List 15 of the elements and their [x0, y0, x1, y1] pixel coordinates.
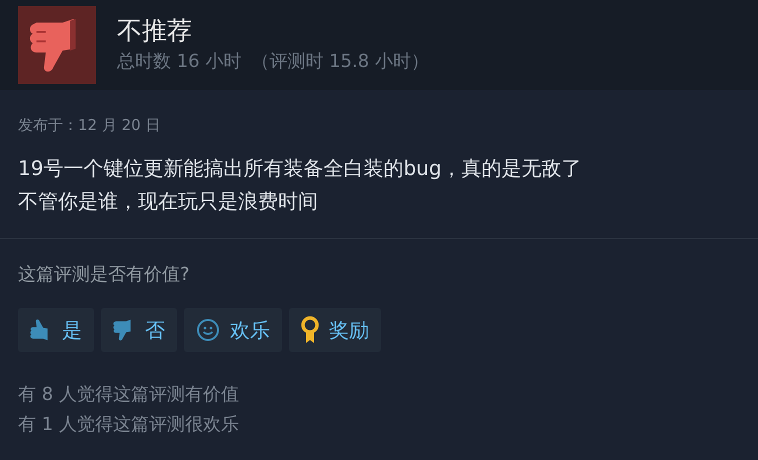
review-text: 19号一个键位更新能搞出所有装备全白装的bug，真的是无敌了	[18, 155, 583, 182]
smiley-icon	[196, 318, 220, 342]
helpful-question: 这篇评测是否有价值?	[18, 263, 191, 287]
vote-count-text: 有 8 人觉得这篇评测有价值	[18, 383, 240, 407]
award-button[interactable]: 奖励	[289, 308, 381, 352]
funny-button[interactable]: 欢乐	[184, 308, 282, 352]
playtime-text: 总时数 16 小时	[117, 51, 242, 72]
no-button[interactable]: 否	[101, 308, 177, 352]
review-playtime-text: （评测时 15.8 小时）	[251, 51, 429, 72]
verdict-title: 不推荐	[117, 15, 193, 47]
award-icon	[301, 316, 319, 344]
yes-button[interactable]: 是	[18, 308, 94, 352]
vote-count-text: 有 1 人觉得这篇评测很欢乐	[18, 413, 240, 437]
posted-date: 发布于：12 月 20 日	[18, 115, 162, 136]
review-text: 不管你是谁，现在玩只是浪费时间	[18, 188, 319, 215]
